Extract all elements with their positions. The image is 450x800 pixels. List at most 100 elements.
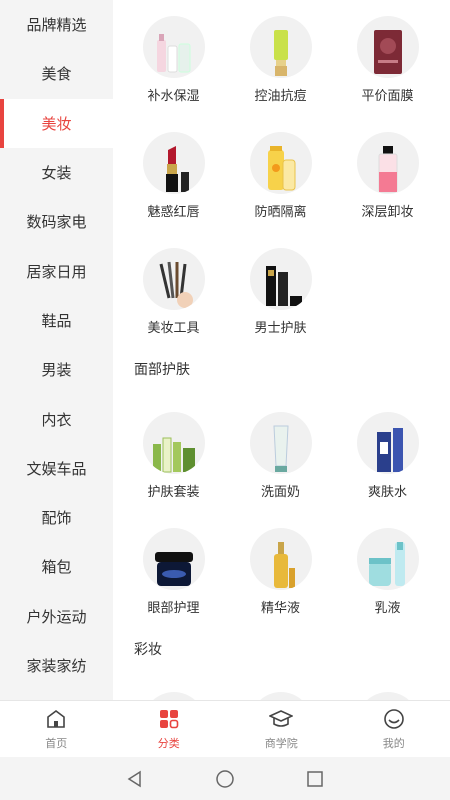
subcategory-label: 洗面奶 [260, 485, 300, 500]
sidebar-item-bags[interactable]: 箱包 [0, 542, 113, 591]
sidebar-item-label: 鞋品 [41, 311, 72, 330]
home-icon [44, 707, 68, 731]
section-title-face-care: 面部护肤 [134, 362, 190, 378]
sidebar-item-label: 家装家纺 [26, 657, 87, 675]
placeholder-icon [249, 692, 312, 700]
sidebar-item-food[interactable]: 美食 [0, 49, 113, 98]
category-icon [157, 707, 181, 731]
sidebar-item-label: 男装 [41, 361, 72, 380]
subcategory-grid: 护肤套装 洗面奶 爽肤水 眼部护理 精华液 乳液 [113, 396, 450, 628]
tab-profile[interactable]: 我的 [338, 701, 450, 757]
sidebar-item-label: 户外运动 [26, 607, 87, 626]
subcategory-label: 护肤套装 [147, 485, 200, 500]
sidebar-item-shoes[interactable]: 鞋品 [0, 296, 113, 345]
subcategory-toner[interactable]: 爽肤水 [334, 396, 441, 512]
subcategory-partial[interactable] [120, 676, 227, 700]
graduation-cap-icon [269, 707, 294, 731]
bottom-tab-bar: 首页 分类 商学院 我的 [0, 700, 450, 757]
sidebar-item-label: 箱包 [41, 558, 72, 577]
lipstick-icon [142, 132, 205, 194]
tab-label: 我的 [382, 737, 405, 750]
makeup-brushes-icon [142, 248, 205, 310]
subcategory-hydrating[interactable]: 补水保湿 [120, 0, 227, 116]
subcategory-eye-care[interactable]: 眼部护理 [120, 512, 227, 628]
sidebar-item-womens-wear[interactable]: 女装 [0, 148, 113, 197]
subcategory-mens-skincare[interactable]: 男士护肤 [227, 232, 334, 348]
subcategory-makeup-remover[interactable]: 深层卸妆 [334, 116, 441, 232]
subcategory-face-mask[interactable]: 平价面膜 [334, 0, 441, 116]
sidebar-item-label: 文娱车品 [26, 459, 87, 478]
skincare-bottles-icon [142, 16, 205, 78]
tab-label: 商学院 [264, 737, 298, 750]
subcategory-skincare-set[interactable]: 护肤套装 [120, 396, 227, 512]
subcategory-serum[interactable]: 精华液 [227, 512, 334, 628]
sidebar-item-mens-wear[interactable]: 男装 [0, 345, 113, 394]
subcategory-partial[interactable] [227, 676, 334, 700]
toner-bottle-icon [356, 412, 419, 474]
makeup-remover-icon [356, 132, 419, 194]
back-triangle-icon[interactable] [124, 768, 146, 790]
tab-label: 首页 [45, 737, 68, 750]
sidebar-item-label: 美食 [41, 65, 72, 84]
subcategory-makeup-tools[interactable]: 美妆工具 [120, 232, 227, 348]
sidebar-item-digital[interactable]: 数码家电 [0, 197, 113, 246]
subcategory-label: 防晒隔离 [254, 205, 307, 220]
subcategory-grid-partial [113, 676, 450, 700]
subcategory-oil-control[interactable]: 控油抗痘 [227, 0, 334, 116]
subcategory-grid: 补水保湿 控油抗痘 平价面膜 魅惑红唇 防晒隔离 深层卸妆 美妆工具 男士护肤 [113, 0, 450, 348]
subcategory-label: 补水保湿 [147, 89, 200, 104]
subcategory-lipstick[interactable]: 魅惑红唇 [120, 116, 227, 232]
app-root: 品牌精选 美食 美妆 女装 数码家电 居家日用 鞋品 男装 内衣 文娱车品 配饰… [0, 0, 450, 800]
subcategory-sunscreen[interactable]: 防晒隔离 [227, 116, 334, 232]
sidebar-item-brand-selection[interactable]: 品牌精选 [0, 0, 113, 49]
eye-cream-jar-icon [142, 528, 205, 590]
subcategory-label: 美妆工具 [147, 321, 200, 336]
sidebar-item-underwear[interactable]: 内衣 [0, 394, 113, 443]
sidebar-item-label: 内衣 [41, 410, 72, 429]
section-title-makeup: 彩妆 [134, 642, 162, 658]
sidebar-item-label: 美妆 [41, 114, 72, 133]
subcategory-label: 魅惑红唇 [147, 205, 200, 220]
subcategory-label: 控油抗痘 [254, 89, 307, 104]
tab-home[interactable]: 首页 [0, 701, 113, 757]
recents-square-icon[interactable] [304, 768, 326, 790]
sidebar-item-outdoor-sports[interactable]: 户外运动 [0, 592, 113, 641]
sidebar-item-label: 品牌精选 [26, 16, 87, 35]
subcategory-lotion[interactable]: 乳液 [334, 512, 441, 628]
subcategory-label: 眼部护理 [147, 601, 200, 616]
subcategory-label: 平价面膜 [361, 89, 414, 104]
subcategory-label: 精华液 [260, 601, 300, 616]
home-circle-icon[interactable] [214, 768, 236, 790]
sidebar-item-label: 配饰 [41, 509, 72, 528]
tab-business-school[interactable]: 商学院 [225, 701, 338, 757]
cleanser-tube-icon [249, 412, 312, 474]
sidebar-item-home-daily[interactable]: 居家日用 [0, 246, 113, 295]
serum-bottle-icon [249, 528, 312, 590]
subcategory-partial[interactable] [334, 676, 441, 700]
category-sidebar: 品牌精选 美食 美妆 女装 数码家电 居家日用 鞋品 男装 内衣 文娱车品 配饰… [0, 0, 113, 700]
sidebar-item-label: 女装 [41, 164, 72, 183]
face-mask-icon [356, 16, 419, 78]
placeholder-icon [142, 692, 205, 700]
sidebar-item-label: 居家日用 [26, 262, 87, 281]
mens-skincare-icon [249, 248, 312, 310]
subcategory-cleanser[interactable]: 洗面奶 [227, 396, 334, 512]
subcategory-label: 乳液 [374, 601, 401, 616]
sidebar-item-accessories[interactable]: 配饰 [0, 493, 113, 542]
subcategory-label: 男士护肤 [254, 321, 307, 336]
sidebar-item-label: 数码家电 [26, 213, 87, 232]
category-content: 补水保湿 控油抗痘 平价面膜 魅惑红唇 防晒隔离 深层卸妆 美妆工具 男士护肤 … [113, 0, 450, 700]
tab-category[interactable]: 分类 [113, 701, 226, 757]
profile-smile-icon [382, 707, 406, 731]
skincare-set-icon [142, 412, 205, 474]
sunscreen-icon [249, 132, 312, 194]
lotion-bottles-icon [356, 528, 419, 590]
tab-label: 分类 [157, 737, 180, 750]
sidebar-item-beauty[interactable]: 美妆 [0, 98, 113, 149]
subcategory-label: 爽肤水 [367, 485, 407, 500]
placeholder-icon [356, 692, 419, 700]
sidebar-item-home-textile[interactable]: 家装家纺 [0, 641, 113, 690]
system-navigation-bar [0, 757, 450, 800]
subcategory-label: 深层卸妆 [361, 205, 414, 220]
sidebar-item-entertainment-car[interactable]: 文娱车品 [0, 444, 113, 493]
